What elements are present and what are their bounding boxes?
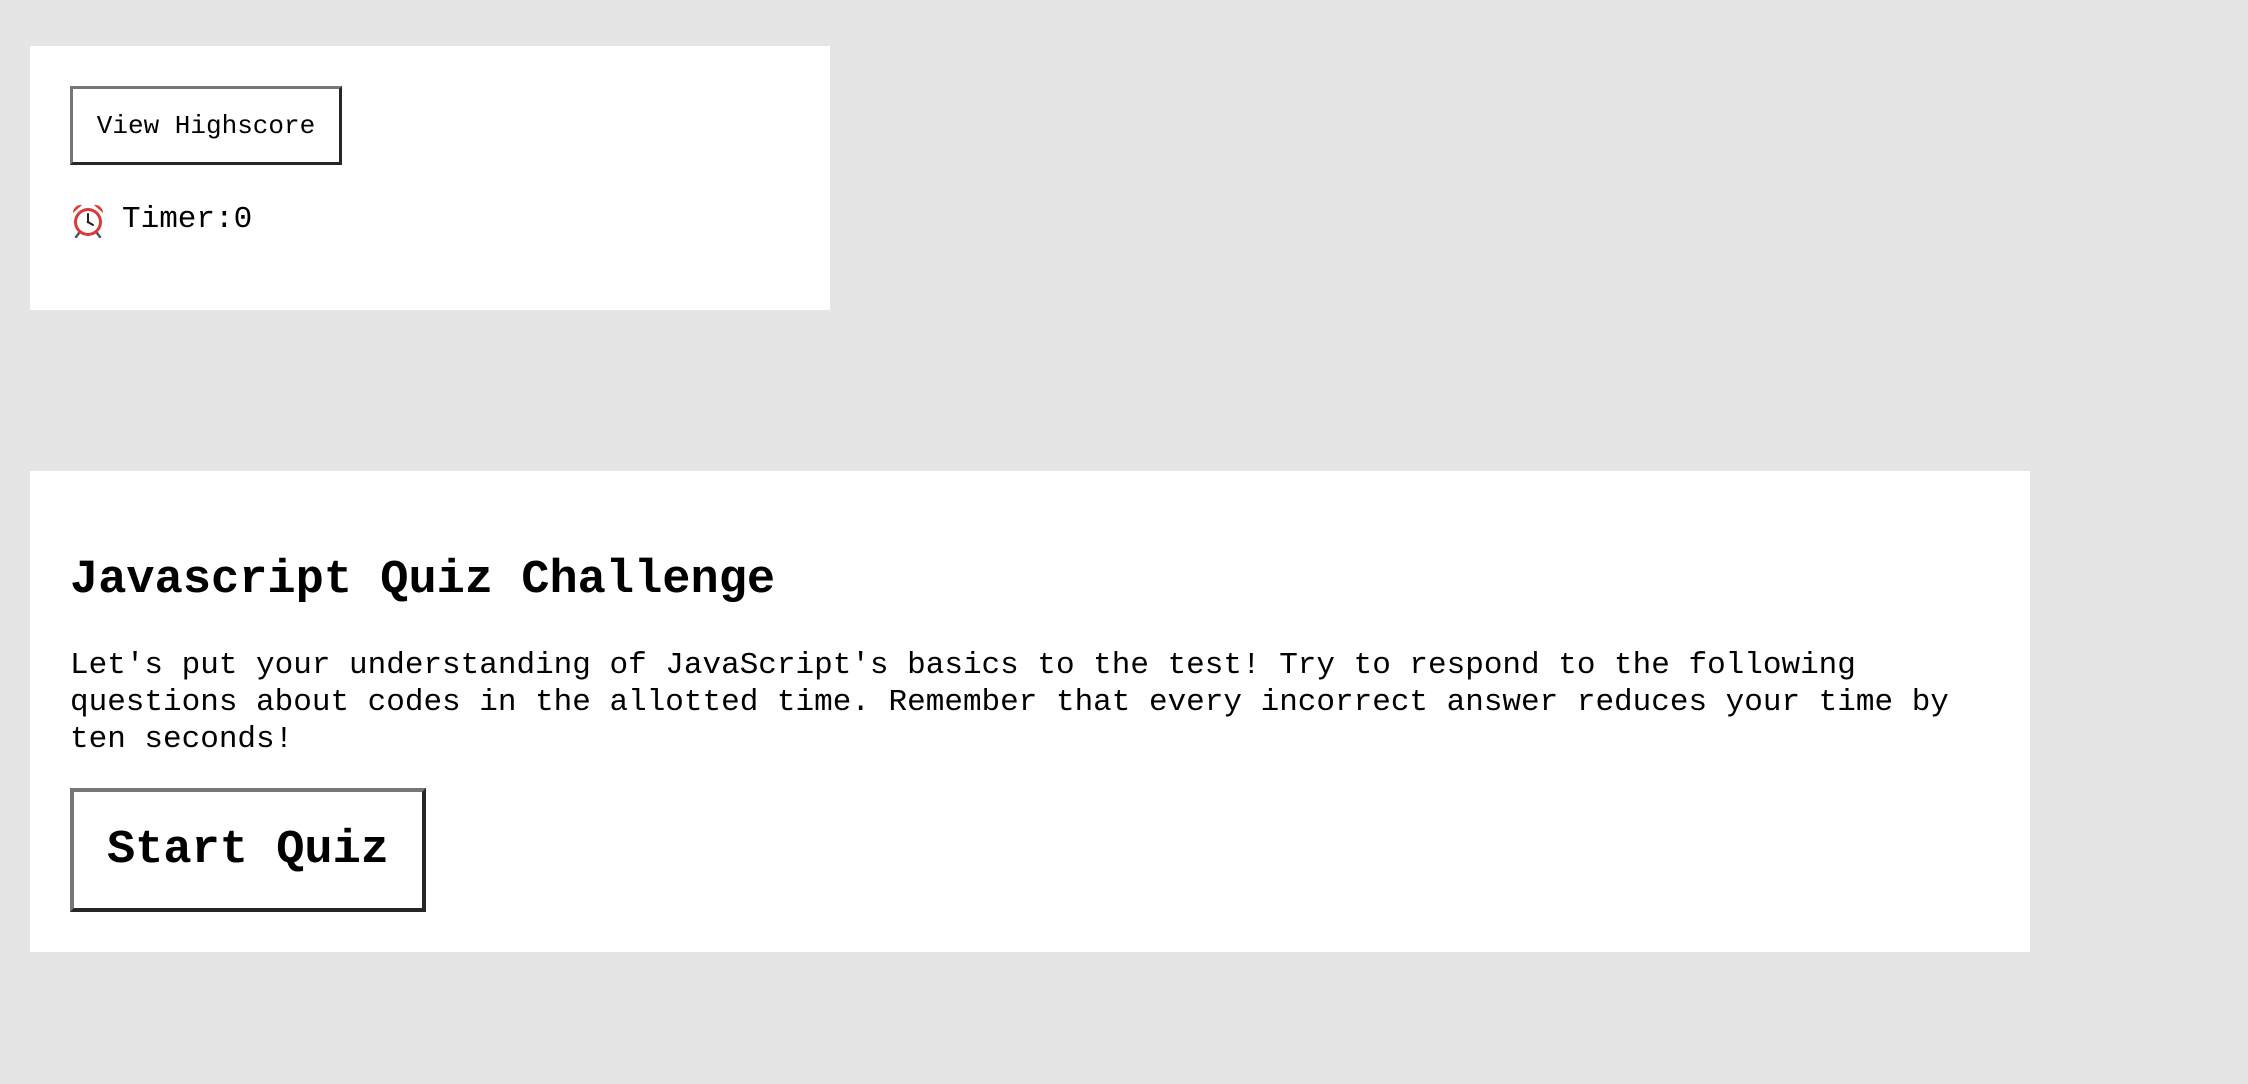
start-quiz-button[interactable]: Start Quiz bbox=[70, 788, 426, 912]
quiz-description: Let's put your understanding of JavaScri… bbox=[70, 648, 1949, 757]
timer-label: Timer: bbox=[122, 202, 234, 237]
timer-value: 0 bbox=[233, 202, 253, 237]
quiz-title: Javascript Quiz Challenge bbox=[70, 554, 776, 607]
header-panel: View Highscore Timer: 0 bbox=[30, 46, 830, 310]
alarm-clock-icon bbox=[72, 204, 104, 238]
timer: Timer: 0 bbox=[70, 200, 252, 240]
quiz-intro-panel: Javascript Quiz Challenge Let's put your… bbox=[30, 471, 2030, 952]
view-highscore-button[interactable]: View Highscore bbox=[70, 86, 342, 165]
